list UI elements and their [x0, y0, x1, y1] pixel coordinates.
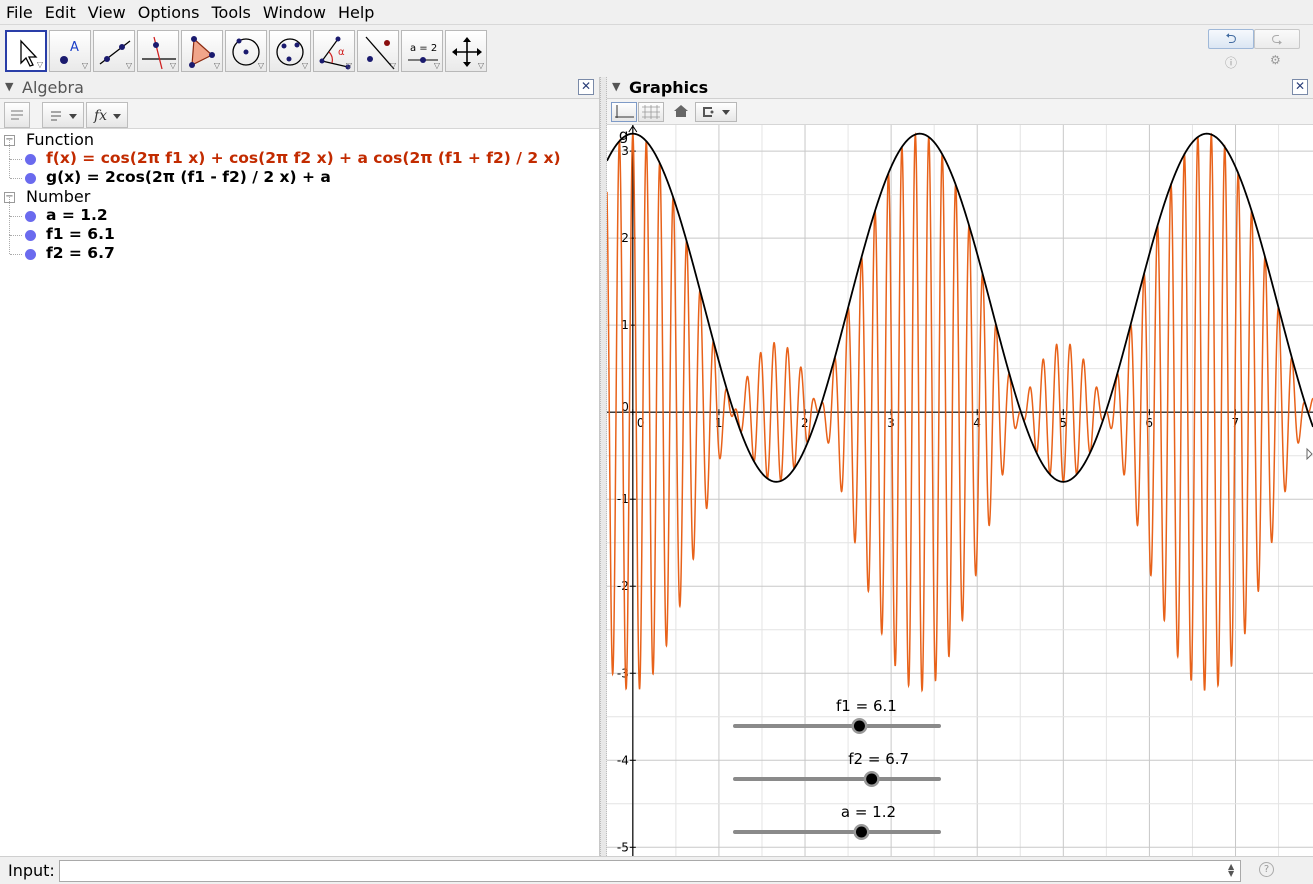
algebra-titlebar: ▼ Algebra ✕: [0, 77, 599, 99]
show-grid-button[interactable]: [638, 102, 664, 122]
menu-options[interactable]: Options: [132, 0, 206, 25]
input-field[interactable]: [59, 860, 1241, 882]
slider-knob[interactable]: [853, 720, 865, 732]
y-tick-label: -2: [617, 579, 629, 593]
menu-edit[interactable]: Edit: [39, 0, 82, 25]
undo-icon: ⮌: [1225, 31, 1237, 47]
circle-three-points-tool-button[interactable]: ▽: [269, 30, 311, 72]
sliders: f1 = 6.1 f2 = 6.7 a = 1.2: [733, 697, 941, 840]
angle-tool-button[interactable]: α ▽: [313, 30, 355, 72]
slider-label: a = 1.2: [841, 803, 896, 821]
perpendicular-line-tool-button[interactable]: ▽: [137, 30, 179, 72]
home-icon: [674, 105, 688, 117]
input-label: Input:: [8, 861, 55, 880]
algebra-item-f[interactable]: f(x) = cos(2π f1 x) + cos(2π f2 x) + a c…: [0, 140, 600, 169]
collapse-triangle-icon[interactable]: ▼: [612, 80, 620, 93]
svg-text:a = 2: a = 2: [410, 43, 437, 54]
visibility-toggle-icon[interactable]: [25, 230, 36, 241]
algebra-item-g[interactable]: g(x) = 2cos(2π (f1 - f2) / 2 x) + a: [0, 159, 600, 188]
auxiliary-objects-button[interactable]: [4, 102, 30, 128]
line-tool-button[interactable]: ▽: [93, 30, 135, 72]
visibility-toggle-icon[interactable]: [25, 173, 36, 184]
x-tick-label: 1: [715, 416, 723, 430]
axes-icon: [615, 105, 634, 118]
sort-icon: [51, 111, 77, 121]
input-bar: Input: ▲ ▼ ?: [0, 856, 1313, 884]
input-history-stepper[interactable]: ▲ ▼: [1228, 863, 1234, 878]
svg-text:A: A: [70, 40, 79, 55]
visibility-toggle-icon[interactable]: [25, 154, 36, 165]
gear-icon[interactable]: ⚙: [1270, 53, 1281, 67]
scroll-right-arrow-icon[interactable]: [1306, 447, 1313, 461]
circle-center-tool-button[interactable]: ▽: [225, 30, 267, 72]
slider-knob[interactable]: [866, 773, 878, 785]
standard-view-button[interactable]: [670, 102, 692, 122]
move-graphics-view-tool-button[interactable]: ▽: [445, 30, 487, 72]
algebra-style-bar: fx: [0, 99, 599, 129]
svg-text:α: α: [338, 47, 345, 58]
geogebra-window: File Edit View Options Tools Window Help…: [0, 0, 1313, 884]
help-icon[interactable]: ?: [1259, 862, 1274, 877]
sort-by-button[interactable]: [42, 102, 84, 128]
redo-icon: ⮎: [1271, 31, 1283, 47]
panel-splitter[interactable]: [600, 77, 607, 856]
category-function[interactable]: − Function: [0, 130, 600, 150]
visibility-toggle-icon[interactable]: [25, 211, 36, 222]
x-tick-label: 6: [1145, 416, 1153, 430]
show-axes-button[interactable]: [611, 102, 637, 122]
tool-bar: ▽ A ▽ ▽ ▽ ▽ ▽ ▽ α ▽ ▽ a = 2 ▽ ▽ ⮌ ⮎ ⓘ ⚙: [0, 26, 1313, 76]
curve-label-g: g: [619, 126, 629, 144]
y-tick-label: -5: [617, 840, 629, 854]
algebra-item-a[interactable]: a = 1.2: [0, 197, 600, 226]
fx-icon: fx: [93, 108, 121, 124]
reflect-tool-button[interactable]: ▽: [357, 30, 399, 72]
graphics-title: Graphics: [629, 78, 709, 97]
menu-bar: File Edit View Options Tools Window Help: [0, 0, 1313, 25]
point-capturing-button[interactable]: [695, 102, 737, 122]
undo-button[interactable]: ⮌: [1208, 29, 1254, 49]
polygon-tool-button[interactable]: ▽: [181, 30, 223, 72]
algebra-item-f2[interactable]: f2 = 6.7: [0, 235, 600, 264]
slider-label: f2 = 6.7: [848, 750, 909, 768]
redo-button[interactable]: ⮎: [1254, 29, 1300, 49]
y-tick-label: 2: [621, 231, 629, 245]
menu-tools[interactable]: Tools: [205, 0, 256, 25]
close-algebra-button[interactable]: ✕: [578, 79, 594, 95]
slider-tool-button[interactable]: a = 2 ▽: [401, 30, 443, 72]
menu-file[interactable]: File: [0, 0, 39, 25]
algebra-item-f1[interactable]: f1 = 6.1: [0, 216, 600, 245]
point-tool-button[interactable]: A ▽: [49, 30, 91, 72]
algebra-tree: − Function f(x) = cos(2π f1 x) + cos(2π …: [0, 130, 600, 264]
menu-window[interactable]: Window: [257, 0, 332, 25]
visibility-toggle-icon[interactable]: [25, 249, 36, 260]
graphics-titlebar: ▼ Graphics ✕: [607, 77, 1313, 99]
menu-help[interactable]: Help: [332, 0, 380, 25]
menu-view[interactable]: View: [82, 0, 132, 25]
y-tick-label: -4: [617, 753, 629, 767]
list-icon: [11, 110, 23, 120]
collapse-triangle-icon[interactable]: ▼: [5, 80, 13, 93]
svg-text:fx: fx: [93, 108, 107, 124]
x-tick-label: 3: [887, 416, 895, 430]
slider-label: f1 = 6.1: [836, 697, 897, 715]
algebra-view: ▼ Algebra ✕ fx − Function f(x) = cos(2π …: [0, 77, 600, 856]
graphics-style-bar: [607, 99, 1313, 125]
point-capture-icon: [703, 107, 730, 117]
help-icon[interactable]: ⓘ: [1225, 54, 1237, 71]
graphics-view: ▼ Graphics ✕ 0 1 2 3 4 5 6 7 3 2 1 0 -1 …: [607, 77, 1313, 856]
grid-icon: [642, 105, 660, 119]
category-number[interactable]: − Number: [0, 187, 600, 207]
close-graphics-button[interactable]: ✕: [1292, 79, 1308, 95]
description-mode-button[interactable]: fx: [86, 102, 128, 128]
y-tick-label: 3: [621, 144, 629, 158]
algebra-title: Algebra: [22, 78, 84, 97]
move-tool-button[interactable]: ▽: [5, 30, 47, 72]
slider-knob[interactable]: [855, 826, 867, 838]
graphics-canvas[interactable]: 0 1 2 3 4 5 6 73210-1-2-3-4-5 g f1 = 6.1f2 = 6.…: [607, 125, 1313, 856]
